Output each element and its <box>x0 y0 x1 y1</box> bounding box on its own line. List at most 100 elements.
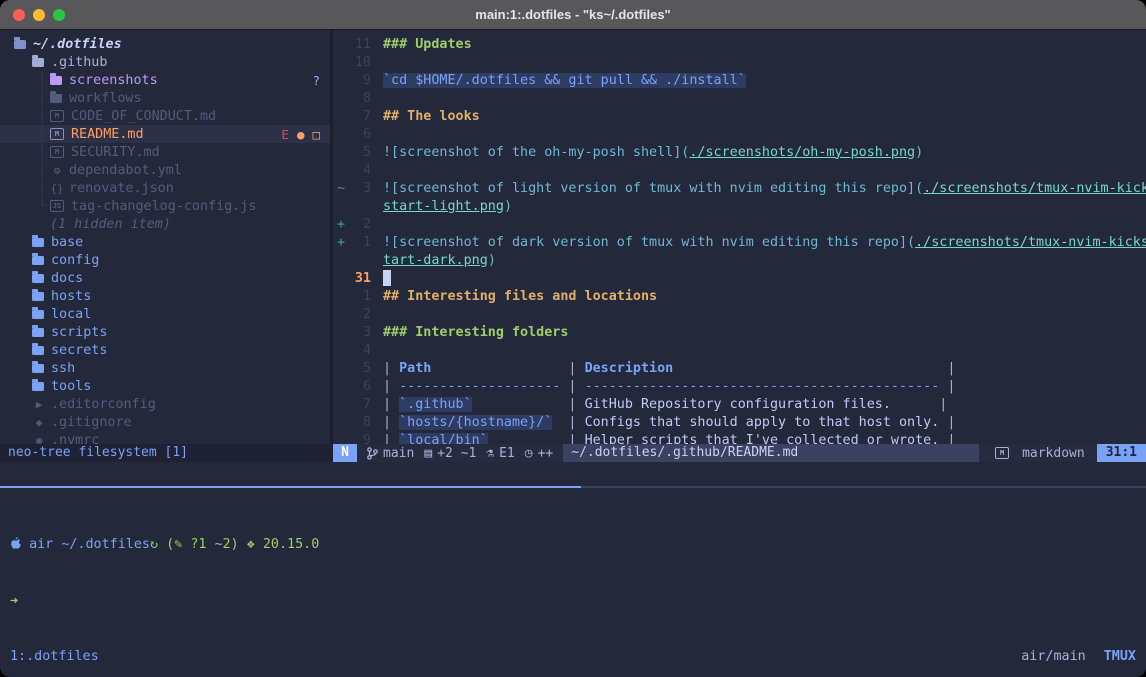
status-badge: ? <box>312 73 320 88</box>
tree-item[interactable]: docs <box>0 269 330 287</box>
tree-item[interactable]: ~/.dotfiles <box>0 35 330 53</box>
editor-line[interactable]: +1![screenshot of dark version of tmux w… <box>333 233 1146 251</box>
editor-line[interactable]: 4 <box>333 341 1146 359</box>
tree-item-label: scripts <box>51 325 107 340</box>
editor-line[interactable]: 5| Path | Description | <box>333 359 1146 377</box>
tree-item[interactable]: ▶.editorconfig <box>0 395 330 413</box>
gutter-sign <box>333 361 349 376</box>
fullscreen-button[interactable] <box>53 9 65 21</box>
terminal-window: main:1:.dotfiles - "ks~/.dotfiles" ~/.do… <box>0 0 1146 677</box>
folder-icon <box>32 292 44 301</box>
tree-item[interactable]: │workflows <box>0 89 330 107</box>
tree-item[interactable]: tools <box>0 377 330 395</box>
buffer-icon: ▤ <box>424 446 432 461</box>
editor-line[interactable]: 11### Updates <box>333 35 1146 53</box>
neo-tree-panel[interactable]: ~/.dotfiles.github│screenshots?│workflow… <box>0 30 333 444</box>
neo-tree-statusline: neo-tree filesystem [1] <box>0 444 333 462</box>
editor-line[interactable]: 7| `.github` | GitHub Repository configu… <box>333 395 1146 413</box>
shell-pane[interactable]: air ~/.dotfiles↻ (✎ ?1 ~2) ❖ 20.15.0 ➜ <box>0 488 1146 649</box>
editor-line[interactable]: 6 <box>333 125 1146 143</box>
gutter-sign <box>333 145 349 160</box>
tree-item[interactable]: │screenshots? <box>0 71 330 89</box>
editor-line[interactable]: start-light.png) <box>333 197 1146 215</box>
tree-guide <box>38 217 50 232</box>
tree-item[interactable]: │⚙dependabot.yml <box>0 161 330 179</box>
text-span: -------------------- <box>399 379 560 394</box>
folder-icon <box>32 364 44 373</box>
tree-item-label: .editorconfig <box>51 397 156 412</box>
editor-line[interactable]: 8| `hosts/{hostname}/` | Configs that sh… <box>333 413 1146 431</box>
tree-item[interactable]: └JStag-changelog-config.js <box>0 197 330 215</box>
line-text: | Path | Description | <box>371 361 955 376</box>
line-number: 10 <box>349 55 371 70</box>
close-button[interactable] <box>13 9 25 21</box>
editor-line[interactable]: 1## Interesting files and locations <box>333 287 1146 305</box>
tree-item[interactable]: local <box>0 305 330 323</box>
folder-icon <box>50 76 62 85</box>
text-span: ./screenshots/oh-my-posh.png <box>689 145 915 160</box>
editor-line[interactable]: 5 ![screenshot of the oh-my-posh shell](.… <box>333 143 1146 161</box>
editor-line[interactable]: 7## The looks <box>333 107 1146 125</box>
line-number: 8 <box>349 91 371 106</box>
tree-item[interactable]: .github <box>0 53 330 71</box>
line-text: ### Interesting folders <box>371 325 568 340</box>
editor-line[interactable]: +2 <box>333 215 1146 233</box>
text-span: ![screenshot of the oh-my-posh shell]( <box>383 145 689 160</box>
line-text: | `local/bin` | Helper scripts that I've… <box>371 433 955 445</box>
editor-panel[interactable]: 11### Updates 10 9`cd $HOME/.dotfiles &&… <box>333 30 1146 444</box>
folder-icon <box>50 94 62 103</box>
filetype-segment: M markdown <box>995 446 1085 461</box>
tree-item[interactable]: secrets <box>0 341 330 359</box>
tree-item[interactable]: ◆.gitignore <box>0 413 330 431</box>
text-span: | <box>939 361 955 376</box>
editor-line[interactable]: 3### Interesting folders <box>333 323 1146 341</box>
tree-item[interactable]: hosts <box>0 287 330 305</box>
editor-line[interactable]: 2 <box>333 305 1146 323</box>
editor-line[interactable]: 8 <box>333 89 1146 107</box>
prompt-host: air ~/.dotfiles <box>21 537 150 552</box>
editor-line[interactable]: 6| -------------------- | --------------… <box>333 377 1146 395</box>
editor-line[interactable]: 9| `local/bin` | Helper scripts that I'v… <box>333 431 1146 444</box>
command-line <box>0 462 1146 486</box>
editor-line[interactable]: ~3![screenshot of light version of tmux … <box>333 179 1146 197</box>
gutter-sign <box>333 325 349 340</box>
tmux-session-name: air/main <box>1021 649 1086 664</box>
tree-guide: └ <box>38 199 50 214</box>
tree-item[interactable]: base <box>0 233 330 251</box>
tree-item-label: README.md <box>71 127 144 142</box>
tree-item-label: screenshots <box>69 73 158 88</box>
tree-item[interactable]: scripts <box>0 323 330 341</box>
tree-item-label: tools <box>51 379 91 394</box>
tree-item[interactable]: ssh <box>0 359 330 377</box>
tmux-window-tab[interactable]: 1:.dotfiles <box>10 649 99 664</box>
text-span: `cd $HOME/.dotfiles && git pull && ./ins… <box>383 73 746 88</box>
tree-item[interactable]: │{}renovate.json <box>0 179 330 197</box>
tree-item[interactable]: │MSECURITY.md <box>0 143 330 161</box>
tree-item[interactable]: │MREADME.mdE●□ <box>0 125 330 143</box>
nvim-pane: ~/.dotfiles.github│screenshots?│workflow… <box>0 30 1146 444</box>
text-span: | <box>560 433 584 445</box>
text-span: `local/bin` <box>399 433 488 445</box>
text-span: Helper scripts that I've collected or wr… <box>585 433 940 445</box>
editor-line[interactable]: tart-dark.png) <box>333 251 1146 269</box>
line-number: 5 <box>349 361 371 376</box>
text-span: GitHub Repository configuration files. <box>585 397 891 412</box>
tree-item[interactable]: │MCODE_OF_CONDUCT.md <box>0 107 330 125</box>
tmux-pane-border[interactable] <box>0 486 1146 488</box>
tree-item[interactable]: config <box>0 251 330 269</box>
editor-line[interactable]: 31 <box>333 269 1146 287</box>
tree-item[interactable]: (1 hidden item) <box>0 215 330 233</box>
editor-line[interactable]: 9`cd $HOME/.dotfiles && git pull && ./in… <box>333 71 1146 89</box>
folder-icon <box>32 346 44 355</box>
shell-prompt: air ~/.dotfiles↻ (✎ ?1 ~2) ❖ 20.15.0 <box>10 535 1146 554</box>
editor-line[interactable]: 10 <box>333 53 1146 71</box>
line-number: 5 <box>349 145 371 160</box>
line-text: ## The looks <box>371 109 480 124</box>
tree-guide: │ <box>38 109 50 124</box>
minimize-button[interactable] <box>33 9 45 21</box>
tree-item[interactable]: ◉.nvmrc <box>0 431 330 444</box>
editor-line[interactable]: 4 <box>333 161 1146 179</box>
tree-item-label: SECURITY.md <box>71 145 160 160</box>
status-row: neo-tree filesystem [1] N main ▤ +2 ~1 <box>0 444 1146 462</box>
folder-icon <box>32 310 44 319</box>
